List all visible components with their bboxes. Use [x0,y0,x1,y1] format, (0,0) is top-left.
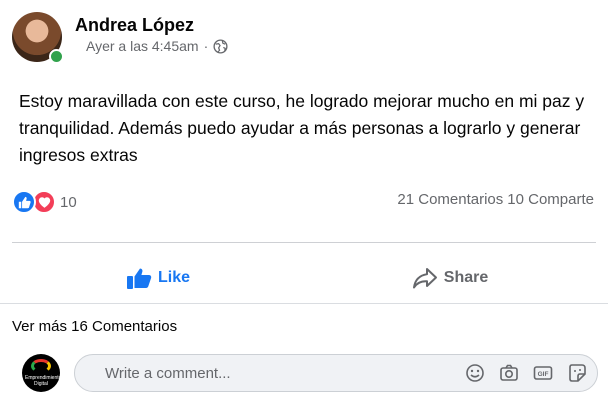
svg-text:GIF: GIF [538,371,549,378]
post-timestamp[interactable]: Ayer a las 4:45am [86,38,199,54]
commenter-avatar[interactable]: Emprendimiento Digital [22,354,60,392]
share-button[interactable]: Share [304,256,596,300]
comment-input[interactable]: Write a comment... GIF [74,354,598,392]
share-count-link[interactable]: 10 Comparte [507,191,594,208]
post-body-text: Estoy maravillada con este curso, he log… [19,91,585,165]
meta-separator: · [203,38,209,54]
comment-input-tools: GIF [465,363,587,383]
author-name[interactable]: Andrea López [75,15,194,36]
comment-input-placeholder: Write a comment... [105,364,231,382]
commenter-avatar-text: Emprendimiento Digital [25,375,60,387]
post-header: Andrea López Ayer a las 4:45am · [12,12,596,64]
online-status-indicator [49,49,64,64]
like-button-label: Like [157,269,190,286]
camera-icon[interactable] [499,363,519,383]
reaction-summary[interactable]: 10 [12,189,77,215]
emoji-icon[interactable] [465,363,485,383]
share-arrow-icon [412,268,437,289]
comment-composer: Emprendimiento Digital Write a comment..… [22,354,598,392]
post-stats: 21 Comentarios 10 Comparte [397,191,594,208]
comments-divider [0,303,608,304]
share-button-label: Share [443,269,489,286]
post-meta: Ayer a las 4:45am · [86,38,228,54]
globe-icon[interactable] [213,38,228,54]
sticker-icon[interactable] [567,363,587,383]
view-more-comments-link[interactable]: Ver más 16 Comentarios [12,318,177,335]
like-icon [12,190,36,214]
thumbs-up-icon [126,268,152,289]
action-bar-divider [12,242,596,243]
logo-ring [31,359,51,373]
like-button[interactable]: Like [12,256,304,300]
comment-count-link[interactable]: 21 Comentarios [397,191,503,208]
reaction-count: 10 [60,193,77,211]
post-action-bar: Like Share [12,256,596,300]
gif-icon[interactable]: GIF [533,363,553,383]
